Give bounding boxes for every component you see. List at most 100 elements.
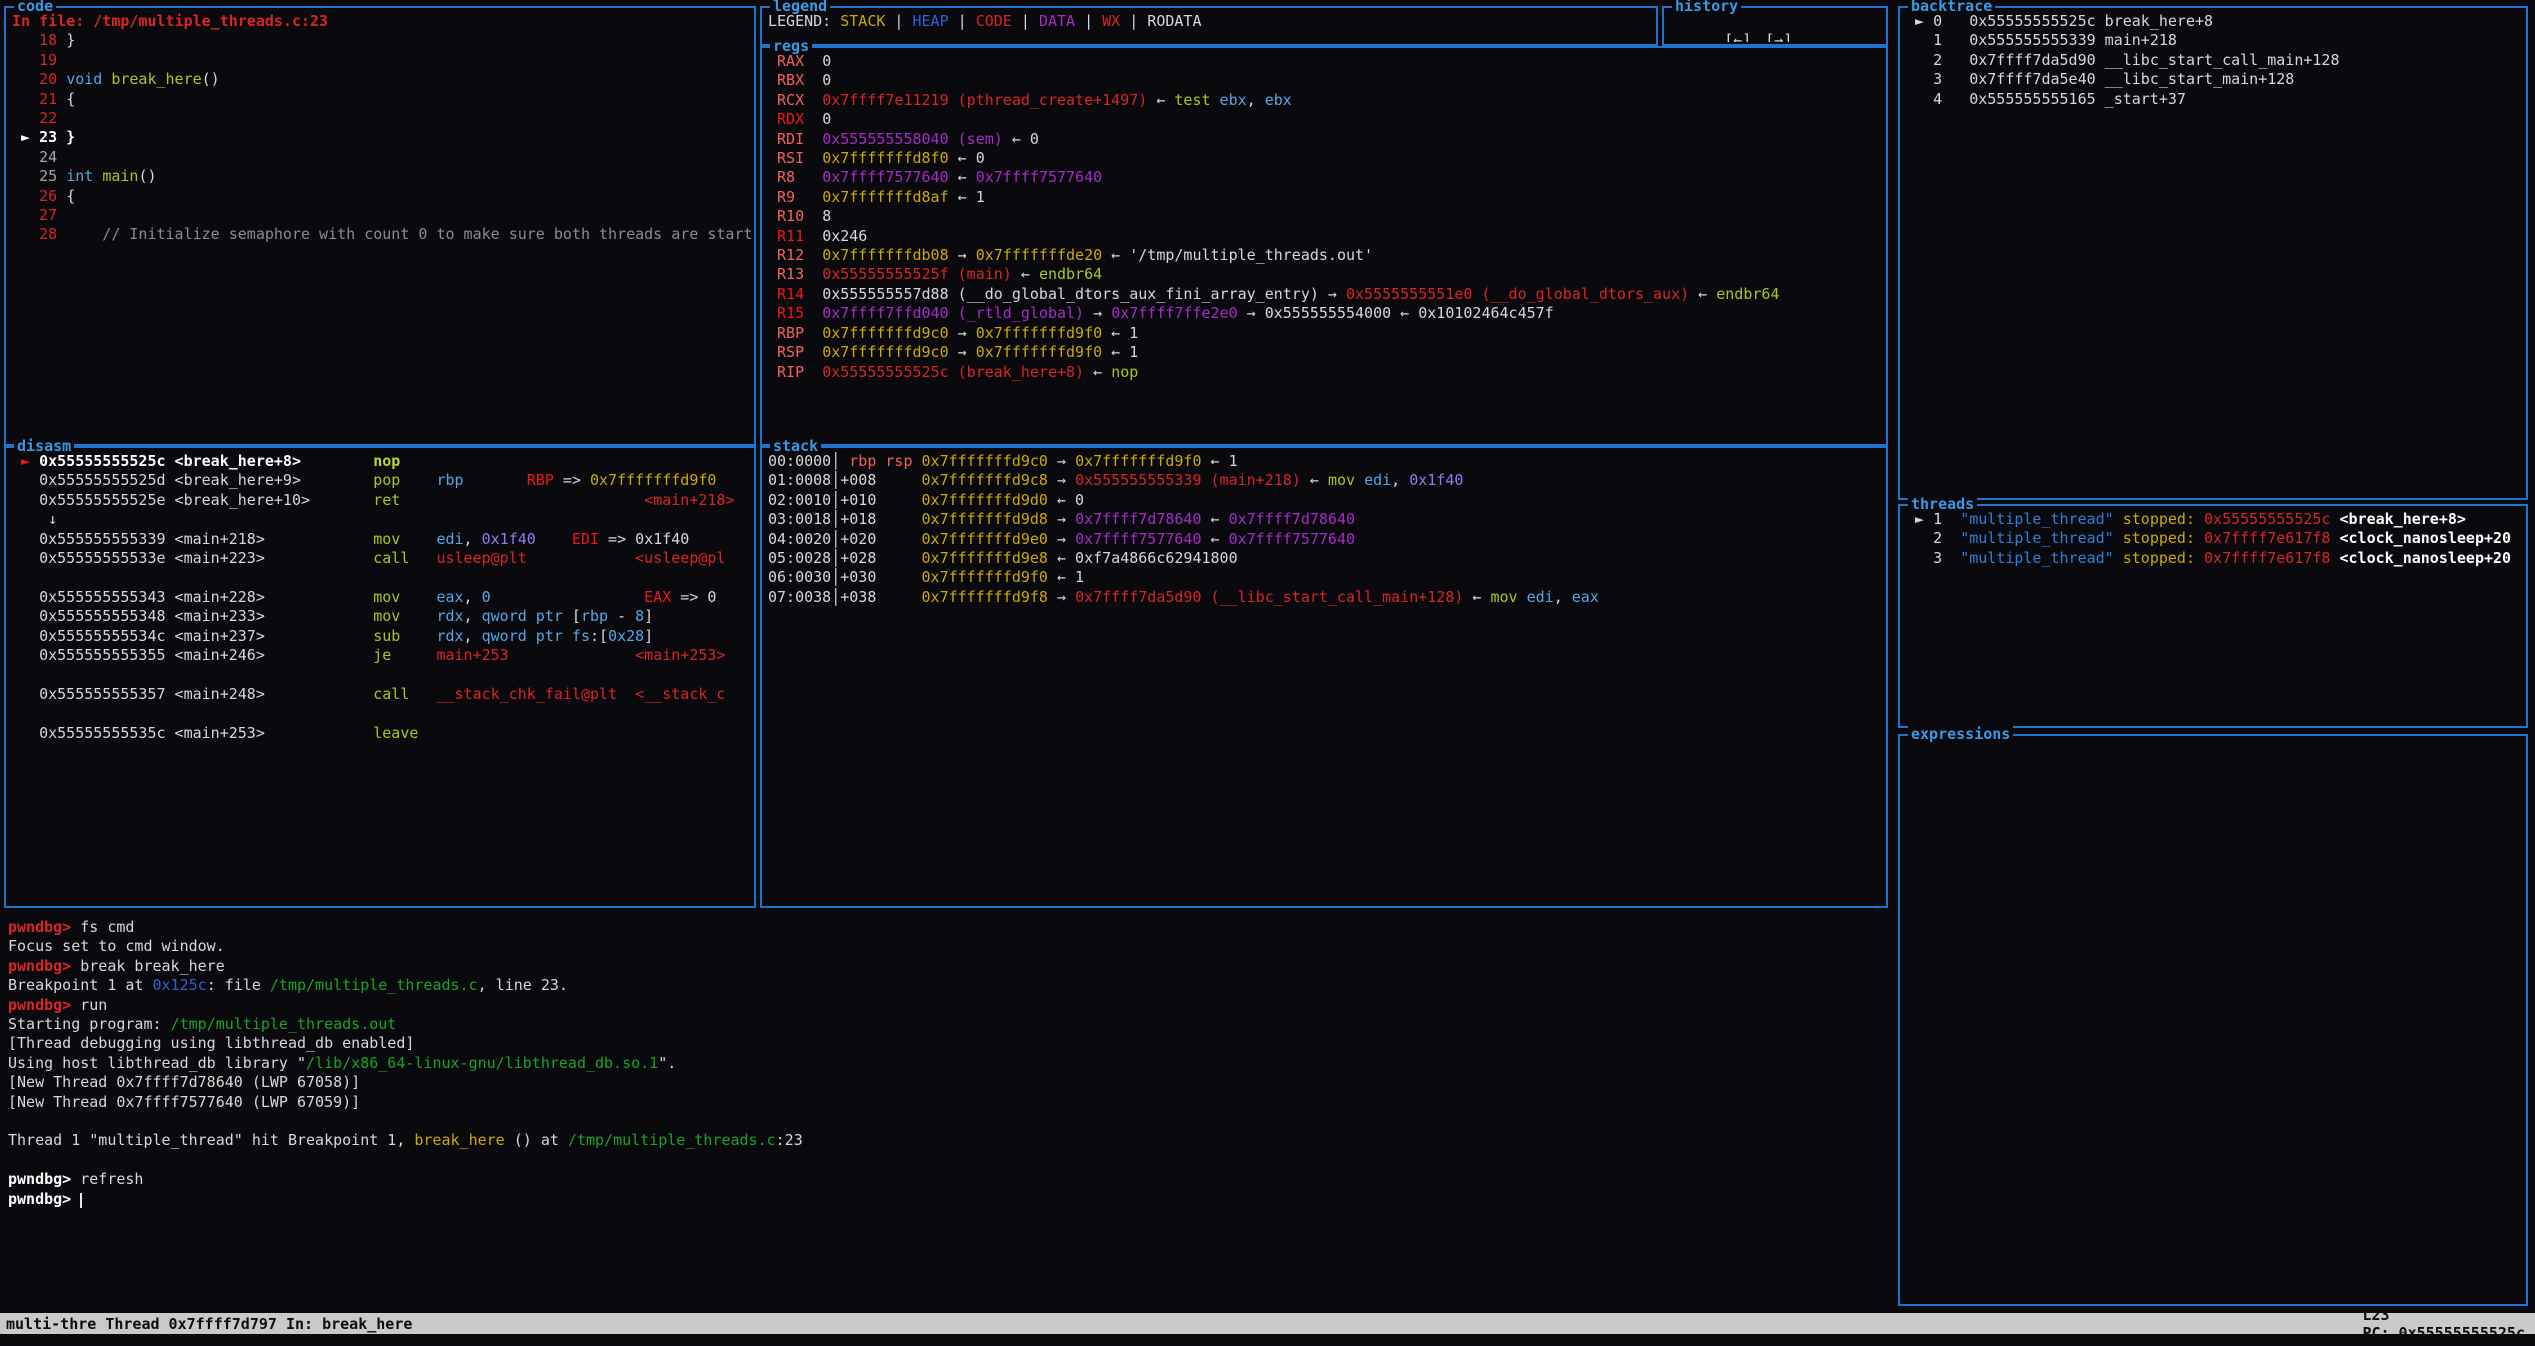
history-back-button[interactable]: [←] bbox=[1724, 31, 1751, 42]
panel-expressions: expressions bbox=[1898, 734, 2528, 1306]
panel-history: history [←][→] bbox=[1662, 6, 1888, 46]
backtrace-view: ► 0 0x55555555525c break_here+8 1 0x5555… bbox=[1906, 12, 2526, 496]
text-line: 05:0028│+028 0x7fffffffd9e8 ← 0xf7a4866c… bbox=[768, 549, 1886, 568]
command-input-line[interactable]: pwndbg> bbox=[8, 1190, 1888, 1209]
text-line: 3 "multiple_thread" stopped: 0x7ffff7e61… bbox=[1906, 549, 2526, 568]
text-line: R15 0x7ffff7ffd040 (_rtld_global) → 0x7f… bbox=[768, 304, 1886, 323]
text-line: [Thread debugging using libthread_db ena… bbox=[8, 1034, 1888, 1053]
text-line: 0x55555555535c <main+253> leave bbox=[12, 724, 754, 743]
text-line: Thread 1 "multiple_thread" hit Breakpoin… bbox=[8, 1131, 1888, 1150]
expressions-view bbox=[1906, 740, 2526, 1302]
text-line: 00:0000│ rbp rsp 0x7fffffffd9c0 → 0x7fff… bbox=[768, 452, 1886, 471]
text-line: 1 0x555555555339 main+218 bbox=[1906, 31, 2526, 50]
text-line: 03:0018│+018 0x7fffffffd9d8 → 0x7ffff7d7… bbox=[768, 510, 1886, 529]
threads-view: ► 1 "multiple_thread" stopped: 0x5555555… bbox=[1906, 510, 2526, 724]
text-line: Using host libthread_db library "/lib/x8… bbox=[8, 1054, 1888, 1073]
text-line: R9 0x7fffffffd8af ← 1 bbox=[768, 188, 1886, 207]
text-line: RCX 0x7ffff7e11219 (pthread_create+1497)… bbox=[768, 91, 1886, 110]
text-line: 24 bbox=[12, 148, 754, 167]
text-line: R13 0x55555555525f (main) ← endbr64 bbox=[768, 265, 1886, 284]
status-bar: multi-thre Thread 0x7ffff7d797 In: break… bbox=[0, 1313, 2535, 1334]
text-line: 25 int main() bbox=[12, 167, 754, 186]
panel-code: code In file: /tmp/multiple_threads.c:23… bbox=[4, 6, 756, 446]
text-line bbox=[12, 665, 754, 684]
text-line: pwndbg> run bbox=[8, 996, 1888, 1015]
text-line: R8 0x7ffff7577640 ← 0x7ffff7577640 bbox=[768, 168, 1886, 187]
text-line: pwndbg> refresh bbox=[8, 1170, 1888, 1189]
text-line: 0x55555555525d <break_here+9> pop rbp RB… bbox=[12, 471, 754, 490]
text-line: pwndbg> break break_here bbox=[8, 957, 1888, 976]
panel-regs: regs RAX 0 RBX 0 RCX 0x7ffff7e11219 (pth… bbox=[760, 46, 1888, 446]
text-line: 2 0x7ffff7da5d90 __libc_start_call_main+… bbox=[1906, 51, 2526, 70]
text-line: pwndbg> fs cmd bbox=[8, 918, 1888, 937]
text-line: 28 // Initialize semaphore with count 0 … bbox=[12, 225, 754, 244]
text-line: RSP 0x7fffffffd9c0 → 0x7fffffffd9f0 ← 1 bbox=[768, 343, 1886, 362]
status-pc-indicator: PC: 0x55555555525c bbox=[2362, 1324, 2525, 1342]
text-line: 07:0038│+038 0x7fffffffd9f8 → 0x7ffff7da… bbox=[768, 588, 1886, 607]
text-line: RSI 0x7fffffffd8f0 ← 0 bbox=[768, 149, 1886, 168]
text-line: 02:0010│+010 0x7fffffffd9d0 ← 0 bbox=[768, 491, 1886, 510]
text-cursor bbox=[80, 1193, 82, 1208]
registers-view: RAX 0 RBX 0 RCX 0x7ffff7e11219 (pthread_… bbox=[768, 52, 1886, 442]
console: pwndbg> fs cmdFocus set to cmd window.pw… bbox=[8, 918, 1888, 1209]
text-line: 0x555555555339 <main+218> mov edi, 0x1f4… bbox=[12, 530, 754, 549]
text-line bbox=[8, 1151, 1888, 1170]
text-line: Focus set to cmd window. bbox=[8, 937, 1888, 956]
text-line: 04:0020│+020 0x7fffffffd9e0 → 0x7ffff757… bbox=[768, 530, 1886, 549]
text-line: R12 0x7fffffffdb08 → 0x7fffffffde20 ← '/… bbox=[768, 246, 1886, 265]
text-line: 06:0030│+030 0x7fffffffd9f0 ← 1 bbox=[768, 568, 1886, 587]
panel-stack: stack 00:0000│ rbp rsp 0x7fffffffd9c0 → … bbox=[760, 446, 1888, 908]
text-line: 20 void break_here() bbox=[12, 70, 754, 89]
text-line bbox=[12, 704, 754, 723]
text-line: ► 1 "multiple_thread" stopped: 0x5555555… bbox=[1906, 510, 2526, 529]
text-line: [New Thread 0x7ffff7d78640 (LWP 67058)] bbox=[8, 1073, 1888, 1092]
status-line-indicator: L23 bbox=[2362, 1306, 2389, 1324]
text-line: Starting program: /tmp/multiple_threads.… bbox=[8, 1015, 1888, 1034]
text-line: R11 0x246 bbox=[768, 227, 1886, 246]
text-line: 18 } bbox=[12, 31, 754, 50]
text-line: RAX 0 bbox=[768, 52, 1886, 71]
text-line: ► 0x55555555525c <break_here+8> nop bbox=[12, 452, 754, 471]
text-line: RDX 0 bbox=[768, 110, 1886, 129]
text-line: 4 0x555555555165 _start+37 bbox=[1906, 90, 2526, 109]
text-line: R10 8 bbox=[768, 207, 1886, 226]
text-line: 0x555555555357 <main+248> call __stack_c… bbox=[12, 685, 754, 704]
status-thread-info: multi-thre Thread 0x7ffff7d797 In: break… bbox=[6, 1315, 412, 1333]
source-code-view: In file: /tmp/multiple_threads.c:23 18 }… bbox=[12, 12, 754, 442]
text-line: RBP 0x7fffffffd9c0 → 0x7fffffffd9f0 ← 1 bbox=[768, 324, 1886, 343]
history-forward-button[interactable]: [→] bbox=[1765, 31, 1792, 42]
text-line: 3 0x7ffff7da5e40 __libc_start_main+128 bbox=[1906, 70, 2526, 89]
text-line: Breakpoint 1 at 0x125c: file /tmp/multip… bbox=[8, 976, 1888, 995]
text-line: 0x55555555525e <break_here+10> ret <main… bbox=[12, 491, 754, 510]
text-line: 0x555555555348 <main+233> mov rdx, qword… bbox=[12, 607, 754, 626]
text-line: ► 0 0x55555555525c break_here+8 bbox=[1906, 12, 2526, 31]
text-line: 0x555555555355 <main+246> je main+253 <m… bbox=[12, 646, 754, 665]
text-line: 2 "multiple_thread" stopped: 0x7ffff7e61… bbox=[1906, 529, 2526, 548]
text-line: 21 { bbox=[12, 90, 754, 109]
text-line: 22 bbox=[12, 109, 754, 128]
text-line: 19 bbox=[12, 51, 754, 70]
text-line: ► 23 } bbox=[12, 128, 754, 147]
text-line: In file: /tmp/multiple_threads.c:23 bbox=[12, 12, 754, 31]
text-line: ↓ bbox=[12, 510, 754, 529]
panel-disasm: disasm ► 0x55555555525c <break_here+8> n… bbox=[4, 446, 756, 908]
text-line: 0x55555555534c <main+237> sub rdx, qword… bbox=[12, 627, 754, 646]
legend-view: LEGEND: STACK | HEAP | CODE | DATA | WX … bbox=[768, 12, 1656, 42]
panel-legend: legend LEGEND: STACK | HEAP | CODE | DAT… bbox=[760, 6, 1658, 46]
panel-threads: threads ► 1 "multiple_thread" stopped: 0… bbox=[1898, 504, 2528, 728]
text-line: LEGEND: STACK | HEAP | CODE | DATA | WX … bbox=[768, 12, 1656, 31]
text-line bbox=[8, 1112, 1888, 1131]
text-line: 26 { bbox=[12, 187, 754, 206]
text-line: 27 bbox=[12, 206, 754, 225]
text-line: RBX 0 bbox=[768, 71, 1886, 90]
stack-view: 00:0000│ rbp rsp 0x7fffffffd9c0 → 0x7fff… bbox=[768, 452, 1886, 904]
debugger-screen: code In file: /tmp/multiple_threads.c:23… bbox=[0, 0, 2535, 1346]
text-line: 0x55555555533e <main+223> call usleep@pl… bbox=[12, 549, 754, 568]
text-line: RDI 0x555555558040 (sem) ← 0 bbox=[768, 130, 1886, 149]
prompt-label: pwndbg> bbox=[8, 1190, 80, 1208]
text-line: RIP 0x55555555525c (break_here+8) ← nop bbox=[768, 363, 1886, 382]
text-line: R14 0x555555557d88 (__do_global_dtors_au… bbox=[768, 285, 1886, 304]
text-line: 0x555555555343 <main+228> mov eax, 0 EAX… bbox=[12, 588, 754, 607]
text-line bbox=[12, 568, 754, 587]
text-line: [New Thread 0x7ffff7577640 (LWP 67059)] bbox=[8, 1093, 1888, 1112]
